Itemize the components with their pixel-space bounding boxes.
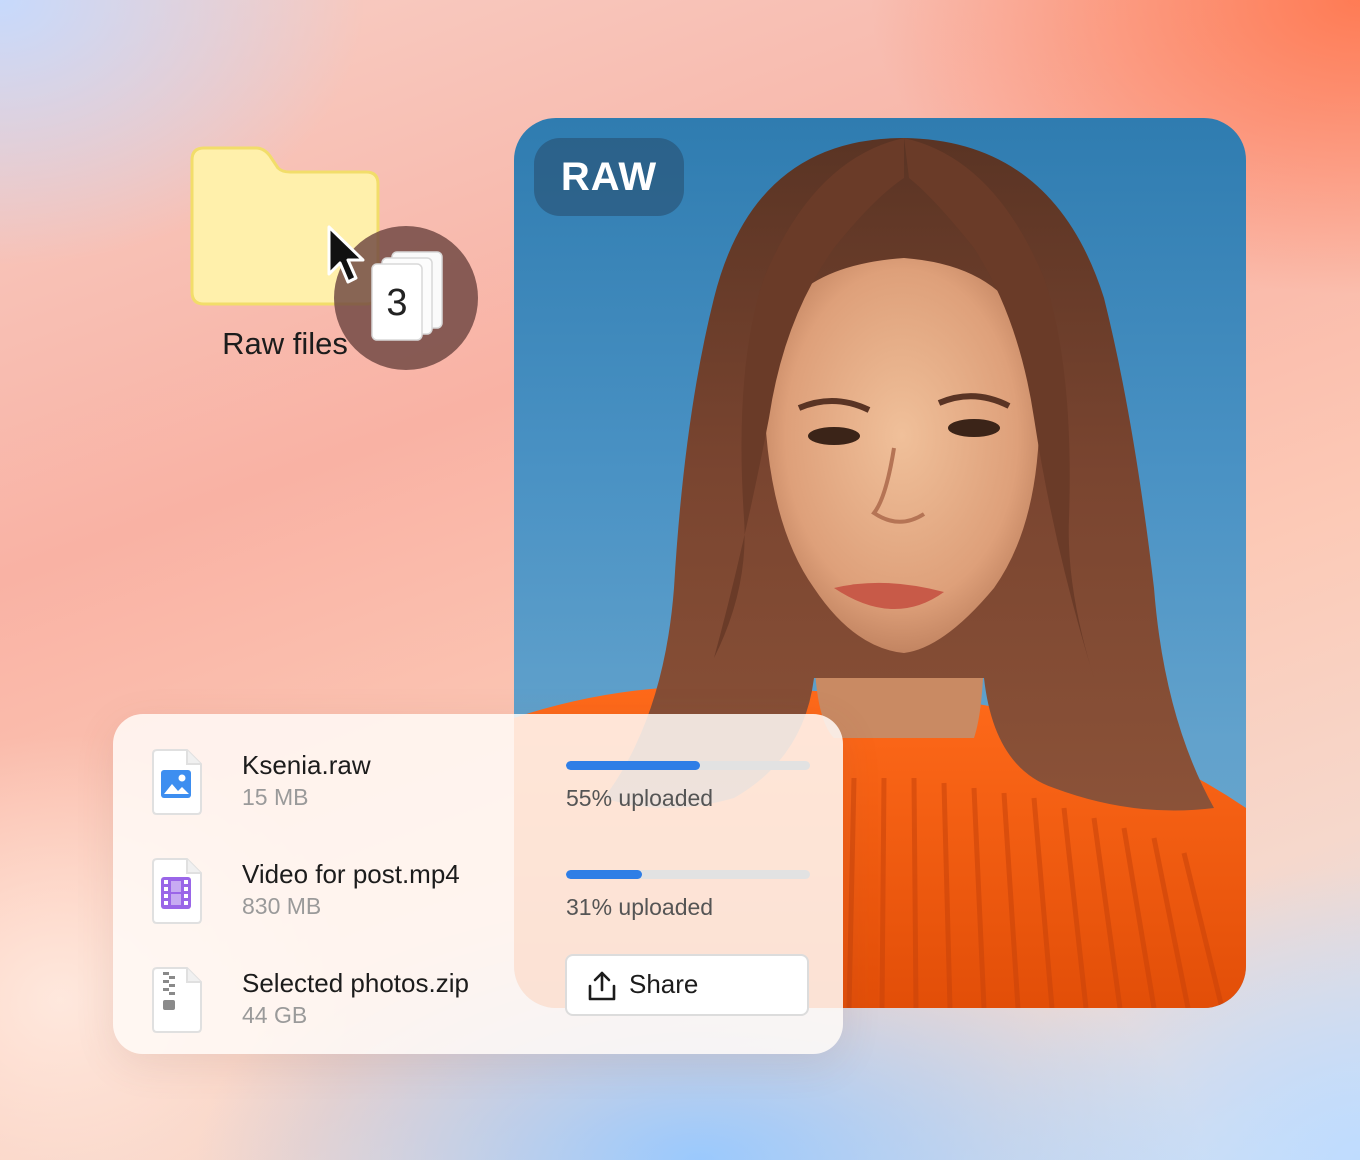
file-size: 830 MB [242,893,322,919]
zip-file-icon [152,967,202,1033]
upload-status: 31% uploaded [566,894,714,920]
upload-progress-bar [566,870,810,879]
file-name: Ksenia.raw [242,750,371,780]
upload-progress-fill [566,761,701,770]
mouse-cursor-icon [327,225,365,284]
upload-panel: Ksenia.raw 15 MB 55% uploaded Video for … [113,714,843,1054]
upload-row[interactable]: Ksenia.raw 15 MB 55% uploaded [113,728,843,828]
upload-status: 55% uploaded [566,785,714,811]
upload-progress-fill [566,870,642,879]
file-name: Selected photos.zip [242,968,469,998]
upload-row[interactable]: Video for post.mp4 830 MB 31% uploaded [113,837,843,937]
drag-file-count: 3 [386,282,408,324]
image-file-icon [152,749,202,815]
file-name: Video for post.mp4 [242,859,460,889]
share-label: Share [629,969,699,999]
share-button[interactable]: Share [565,954,809,1016]
file-size: 44 GB [242,1002,308,1028]
video-file-icon [152,858,202,924]
share-icon [588,971,616,1001]
raw-badge: RAW [534,138,684,216]
upload-progress-bar [566,761,810,770]
file-size: 15 MB [242,784,309,810]
